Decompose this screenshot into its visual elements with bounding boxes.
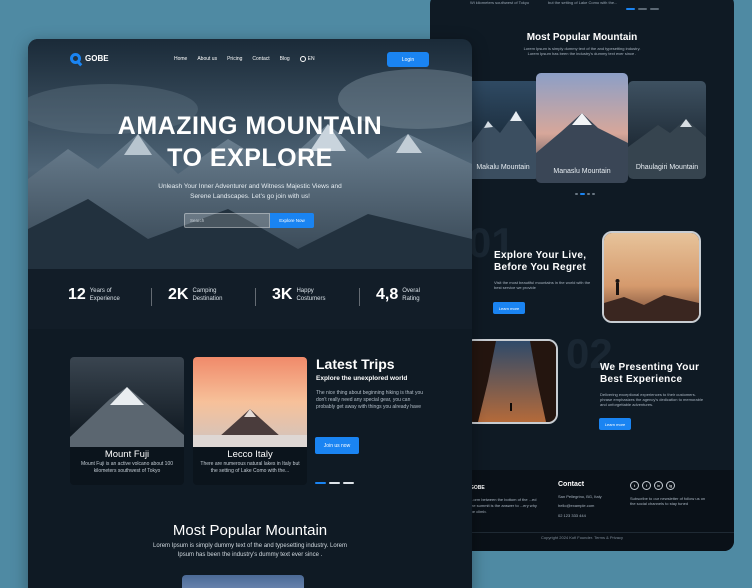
instagram-icon[interactable]: ig bbox=[666, 481, 675, 490]
mountain-card-dhaulagiri[interactable]: Dhaulagiri Mountain bbox=[628, 81, 706, 179]
logo-icon bbox=[70, 53, 81, 64]
explore-text: Visit the most beautiful mountains in th… bbox=[494, 280, 591, 290]
latest-trips-subheading: Explore the unexplored world bbox=[316, 375, 408, 382]
login-button[interactable]: Login bbox=[387, 52, 429, 67]
footer-contact-title: Contact bbox=[558, 481, 585, 488]
presenting-learn-more-button[interactable]: Learn more bbox=[599, 418, 631, 430]
back-popular-subtitle: Lorem Ipsum is simply dummy text of the … bbox=[523, 46, 641, 56]
trip-card-lecco-italy[interactable]: Lecco Italy There are numerous natural l… bbox=[193, 357, 307, 485]
twitter-icon[interactable]: t bbox=[630, 481, 639, 490]
brand-logo[interactable]: GOBE bbox=[70, 53, 109, 64]
stats-row: 12 Years of Experience 2K Camping Destinat… bbox=[68, 286, 432, 308]
trip-card-desc: There are numerous natural lakes in Ital… bbox=[200, 461, 300, 474]
stat-camping: 2K Camping Destination bbox=[168, 286, 223, 303]
main-nav: Home About us Pricing Contact Blog EN bbox=[174, 56, 315, 62]
back-top-text-1: Wi kilometers southwest of Tokyo bbox=[470, 0, 530, 5]
cave-image bbox=[466, 341, 556, 422]
explore-title: Explore Your Live, Before You Regret bbox=[494, 250, 587, 273]
social-links: t f in ig bbox=[630, 481, 675, 490]
trip-card-desc: Mount Fuji is an active volcano about 10… bbox=[81, 461, 173, 474]
nav-home[interactable]: Home bbox=[174, 56, 187, 62]
mountain-card-label: Dhaulagiri Mountain bbox=[635, 164, 699, 171]
join-us-button[interactable]: Join us now bbox=[315, 437, 359, 454]
stat-divider bbox=[255, 288, 256, 306]
footer-phone[interactable]: 02 123 333 444 bbox=[558, 513, 586, 518]
nav-contact[interactable]: Contact bbox=[252, 56, 269, 62]
popular-carousel-dots[interactable] bbox=[575, 193, 595, 195]
language-selector[interactable]: EN bbox=[299, 56, 315, 62]
presenting-title: We Presenting Your Best Experience bbox=[600, 362, 700, 385]
trip-card-title: Lecco Italy bbox=[227, 449, 273, 460]
footer-about: ...orm between the bottom of the ...ed t… bbox=[470, 497, 537, 514]
latest-trips-text: The nice thing about beginning hiking is… bbox=[316, 390, 424, 410]
lecco-italy-image bbox=[193, 357, 307, 447]
trips-carousel-dots[interactable] bbox=[315, 482, 354, 484]
back-page-preview: Wi kilometers southwest of Tokyo but the… bbox=[430, 0, 734, 551]
logo-text: GOBE bbox=[85, 54, 109, 63]
back-top-text-2: but the setting of Lake Como with the... bbox=[548, 0, 618, 5]
nav-about[interactable]: About us bbox=[197, 56, 217, 62]
mountain-card-manaslu[interactable]: Manaslu Mountain bbox=[536, 73, 628, 183]
back-popular-title: Most Popular Mountain bbox=[526, 32, 638, 43]
hero-title: AMAZING MOUNTAIN TO EXPLORE bbox=[117, 112, 383, 172]
mountain-card-label: Makalu Mountain bbox=[476, 164, 530, 171]
hero-search: Search Explore Now bbox=[184, 213, 314, 228]
search-input[interactable]: Search bbox=[184, 213, 270, 228]
popular-mountain-title: Most Popular Mountain bbox=[172, 522, 328, 539]
mount-fuji-image bbox=[70, 357, 184, 447]
stat-customers: 3K Happy Costumers bbox=[272, 286, 326, 303]
popular-mountain-subtitle: Lorem Ipsum is simply dummy text of the … bbox=[153, 543, 347, 558]
manaslu-image bbox=[536, 73, 628, 183]
hiker-photo bbox=[602, 231, 701, 323]
language-label: EN bbox=[307, 56, 315, 62]
mountain-card-label: Manaslu Mountain bbox=[553, 168, 611, 175]
facebook-icon[interactable]: f bbox=[642, 481, 651, 490]
linkedin-icon[interactable]: in bbox=[654, 481, 663, 490]
stat-divider bbox=[359, 288, 360, 306]
cave-photo bbox=[464, 339, 558, 424]
hero-section: GOBE Home About us Pricing Contact Blog … bbox=[28, 39, 472, 329]
nav-blog[interactable]: Blog bbox=[280, 56, 290, 62]
presenting-text: Delivering exceptional experiences to th… bbox=[600, 392, 704, 407]
footer-newsletter: Subscribe to our newsletter of follow us… bbox=[630, 496, 706, 506]
footer-logo[interactable]: GOBE bbox=[470, 485, 485, 491]
footer-email[interactable]: hello@example.com bbox=[558, 503, 594, 508]
explore-now-button[interactable]: Explore Now bbox=[270, 213, 314, 228]
latest-trips-heading: Latest Trips bbox=[316, 356, 395, 372]
globe-icon bbox=[299, 56, 306, 62]
stat-rating: 4,8 Overal Rating bbox=[376, 286, 420, 303]
footer-copyright: Copyright 2024 Kofi Founder. Terms & Pri… bbox=[430, 532, 734, 540]
nav-pricing[interactable]: Pricing bbox=[227, 56, 242, 62]
front-page-preview: GOBE Home About us Pricing Contact Blog … bbox=[28, 39, 472, 588]
trip-card-mount-fuji[interactable]: Mount Fuji Mount Fuji is an active volca… bbox=[70, 357, 184, 485]
footer-address: San Pellegrino, BG, Italy bbox=[558, 494, 602, 499]
mountain-card-makalu[interactable]: Makalu Mountain bbox=[466, 81, 540, 179]
back-carousel-dots[interactable] bbox=[626, 8, 659, 10]
stat-years: 12 Years of Experience bbox=[68, 286, 120, 303]
hero-subtitle: Unleash Your Inner Adventurer and Witnes… bbox=[158, 183, 342, 200]
stat-divider bbox=[151, 288, 152, 306]
popular-card-peek bbox=[182, 575, 304, 588]
trip-card-title: Mount Fuji bbox=[104, 449, 150, 460]
explore-learn-more-button[interactable]: Learn more bbox=[493, 302, 525, 314]
hiker-image bbox=[604, 233, 699, 321]
